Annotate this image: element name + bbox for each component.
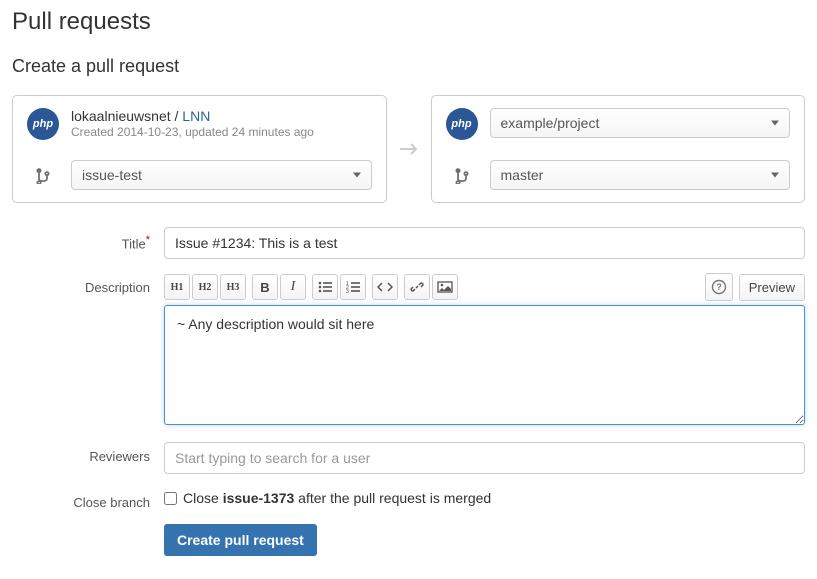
caret-down-icon	[771, 121, 779, 126]
toolbar-italic-button[interactable]: I	[280, 274, 306, 300]
reviewers-input[interactable]	[164, 442, 805, 474]
branch-icon	[446, 166, 478, 184]
caret-down-icon	[771, 173, 779, 178]
source-owner: lokaalnieuwsnet	[71, 108, 171, 124]
title-input[interactable]	[164, 227, 805, 259]
toolbar-link-button[interactable]	[404, 274, 430, 300]
description-input[interactable]	[164, 305, 805, 425]
close-branch-checkbox[interactable]	[164, 492, 177, 505]
php-icon: php	[27, 108, 59, 140]
target-repo-select[interactable]: example/project	[490, 108, 791, 138]
page-heading: Pull requests	[12, 8, 805, 36]
source-repo-meta: Created 2014-10-23, updated 24 minutes a…	[71, 125, 372, 139]
preview-button[interactable]: Preview	[739, 274, 805, 301]
svg-text:3: 3	[346, 289, 349, 293]
branch-selection-row: php lokaalnieuwsnet / LNN Created 2014-1…	[12, 95, 805, 203]
svg-text:?: ?	[716, 282, 722, 292]
toolbar-bold-button[interactable]: B	[252, 274, 278, 300]
title-label: Title*	[12, 227, 164, 259]
toolbar-h1-button[interactable]: H1	[164, 274, 190, 300]
target-branch-select[interactable]: master	[490, 160, 791, 190]
toolbar-ul-button[interactable]	[312, 274, 338, 300]
editor-toolbar: H1 H2 H3 B I 123	[164, 273, 805, 301]
toolbar-h2-button[interactable]: H2	[192, 274, 218, 300]
caret-down-icon	[353, 173, 361, 178]
close-branch-label: Close branch	[12, 488, 164, 510]
php-icon: php	[446, 108, 478, 140]
source-branch-select[interactable]: issue-test	[71, 160, 372, 190]
arrow-right-icon	[399, 142, 419, 156]
target-repo-card: php example/project master	[431, 95, 806, 203]
create-pull-request-button[interactable]: Create pull request	[164, 524, 317, 556]
toolbar-code-button[interactable]	[372, 274, 398, 300]
source-repo-path: lokaalnieuwsnet / LNN	[71, 108, 372, 124]
source-repo-link[interactable]: LNN	[182, 108, 210, 124]
reviewers-label: Reviewers	[12, 442, 164, 474]
toolbar-help-button[interactable]: ?	[705, 273, 733, 301]
branch-icon	[27, 166, 59, 184]
close-branch-text: Close issue-1373 after the pull request …	[183, 490, 491, 506]
page-subheading: Create a pull request	[12, 56, 805, 77]
description-label: Description	[12, 273, 164, 428]
toolbar-ol-button[interactable]: 123	[340, 274, 366, 300]
toolbar-image-button[interactable]	[432, 274, 458, 300]
source-repo-card: php lokaalnieuwsnet / LNN Created 2014-1…	[12, 95, 387, 203]
toolbar-h3-button[interactable]: H3	[220, 274, 246, 300]
